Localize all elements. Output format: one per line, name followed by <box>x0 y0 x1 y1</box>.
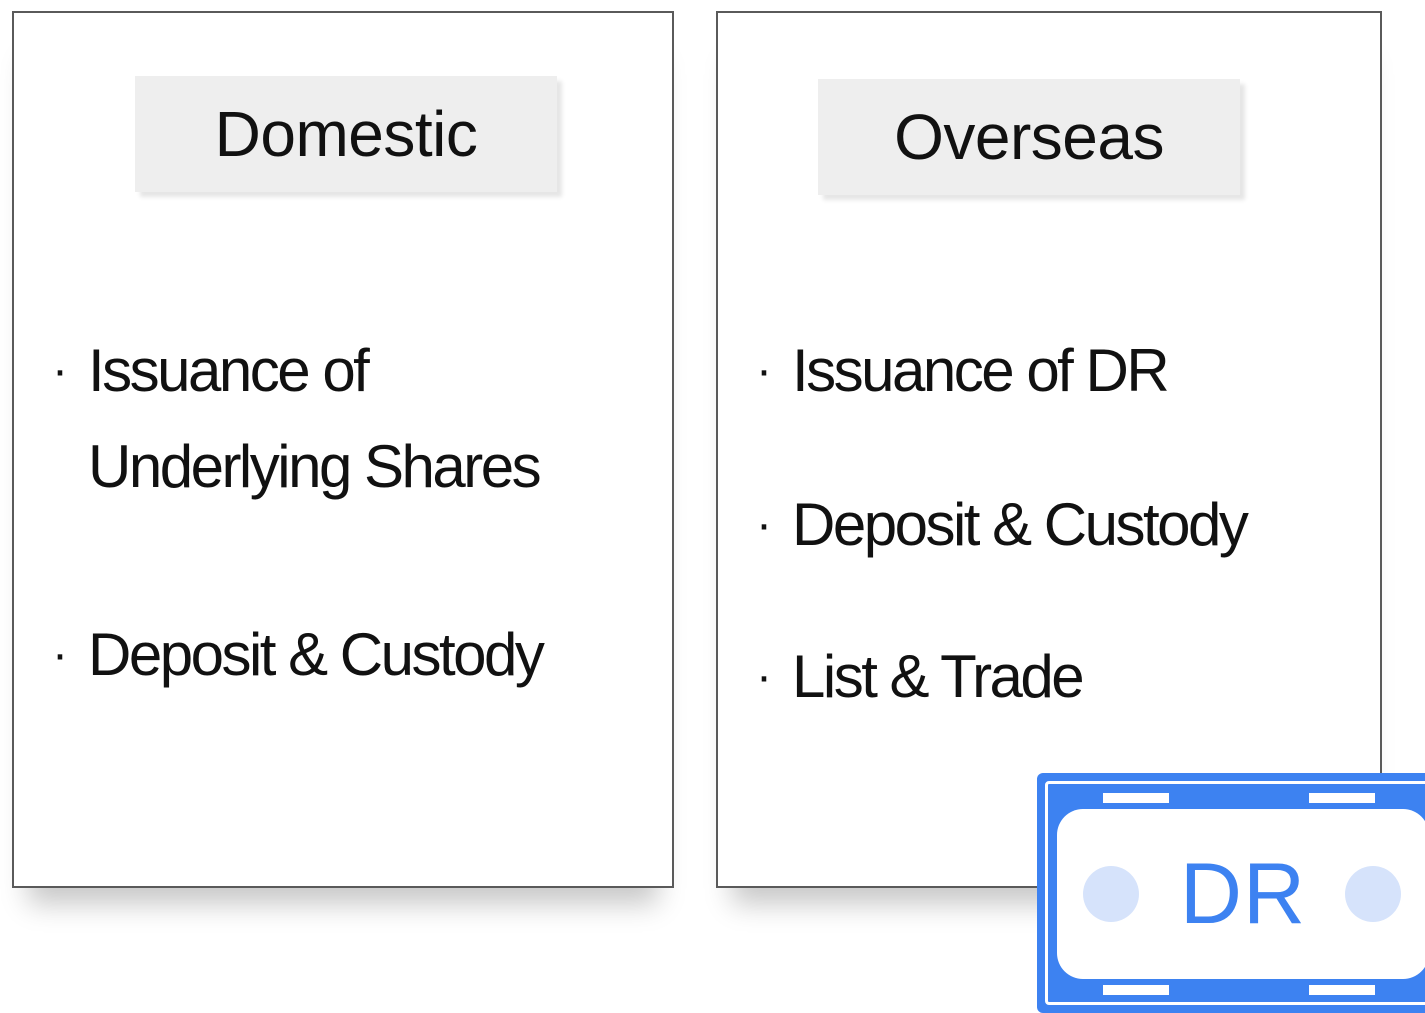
bullet-dot: · <box>52 628 68 681</box>
overseas-item-list-trade: · List & Trade <box>756 629 1085 725</box>
domestic-item-deposit-line1: Deposit & Custody <box>88 621 545 688</box>
badge-bar-bottom-left <box>1103 985 1169 995</box>
overseas-item-issuance: · Issuance of DR <box>756 323 1170 419</box>
bullet-dot: · <box>756 344 772 397</box>
overseas-item-issuance-line1: Issuance of DR <box>792 337 1170 404</box>
domestic-item-issuance: · Issuance of Underlying Shares <box>52 323 542 515</box>
bullet-dot: · <box>52 344 68 397</box>
overseas-item-deposit: · Deposit & Custody <box>756 477 1249 573</box>
badge-bar-top-left <box>1103 793 1169 803</box>
badge-label: DR <box>1179 846 1307 942</box>
dr-certificate-icon: DR <box>1037 773 1425 1013</box>
bullet-dot: · <box>756 498 772 551</box>
badge-card: DR <box>1057 809 1425 979</box>
bullet-dot: · <box>756 650 772 703</box>
domestic-header: Domestic <box>135 76 557 192</box>
overseas-header: Overseas <box>818 79 1240 195</box>
overseas-title: Overseas <box>894 101 1164 173</box>
overseas-panel: Overseas · Issuance of DR · Deposit & Cu… <box>716 11 1382 888</box>
badge-bar-top-right <box>1309 793 1375 803</box>
domestic-item-deposit: · Deposit & Custody <box>52 607 545 703</box>
overseas-item-deposit-line1: Deposit & Custody <box>792 491 1249 558</box>
domestic-title: Domestic <box>214 98 478 170</box>
overseas-item-list-trade-line1: List & Trade <box>792 643 1085 710</box>
domestic-item-issuance-line1: Issuance of <box>88 337 370 404</box>
badge-bar-bottom-right <box>1309 985 1375 995</box>
domestic-item-issuance-line2: Underlying Shares <box>88 433 542 500</box>
domestic-panel: Domestic · Issuance of Underlying Shares… <box>12 11 674 888</box>
